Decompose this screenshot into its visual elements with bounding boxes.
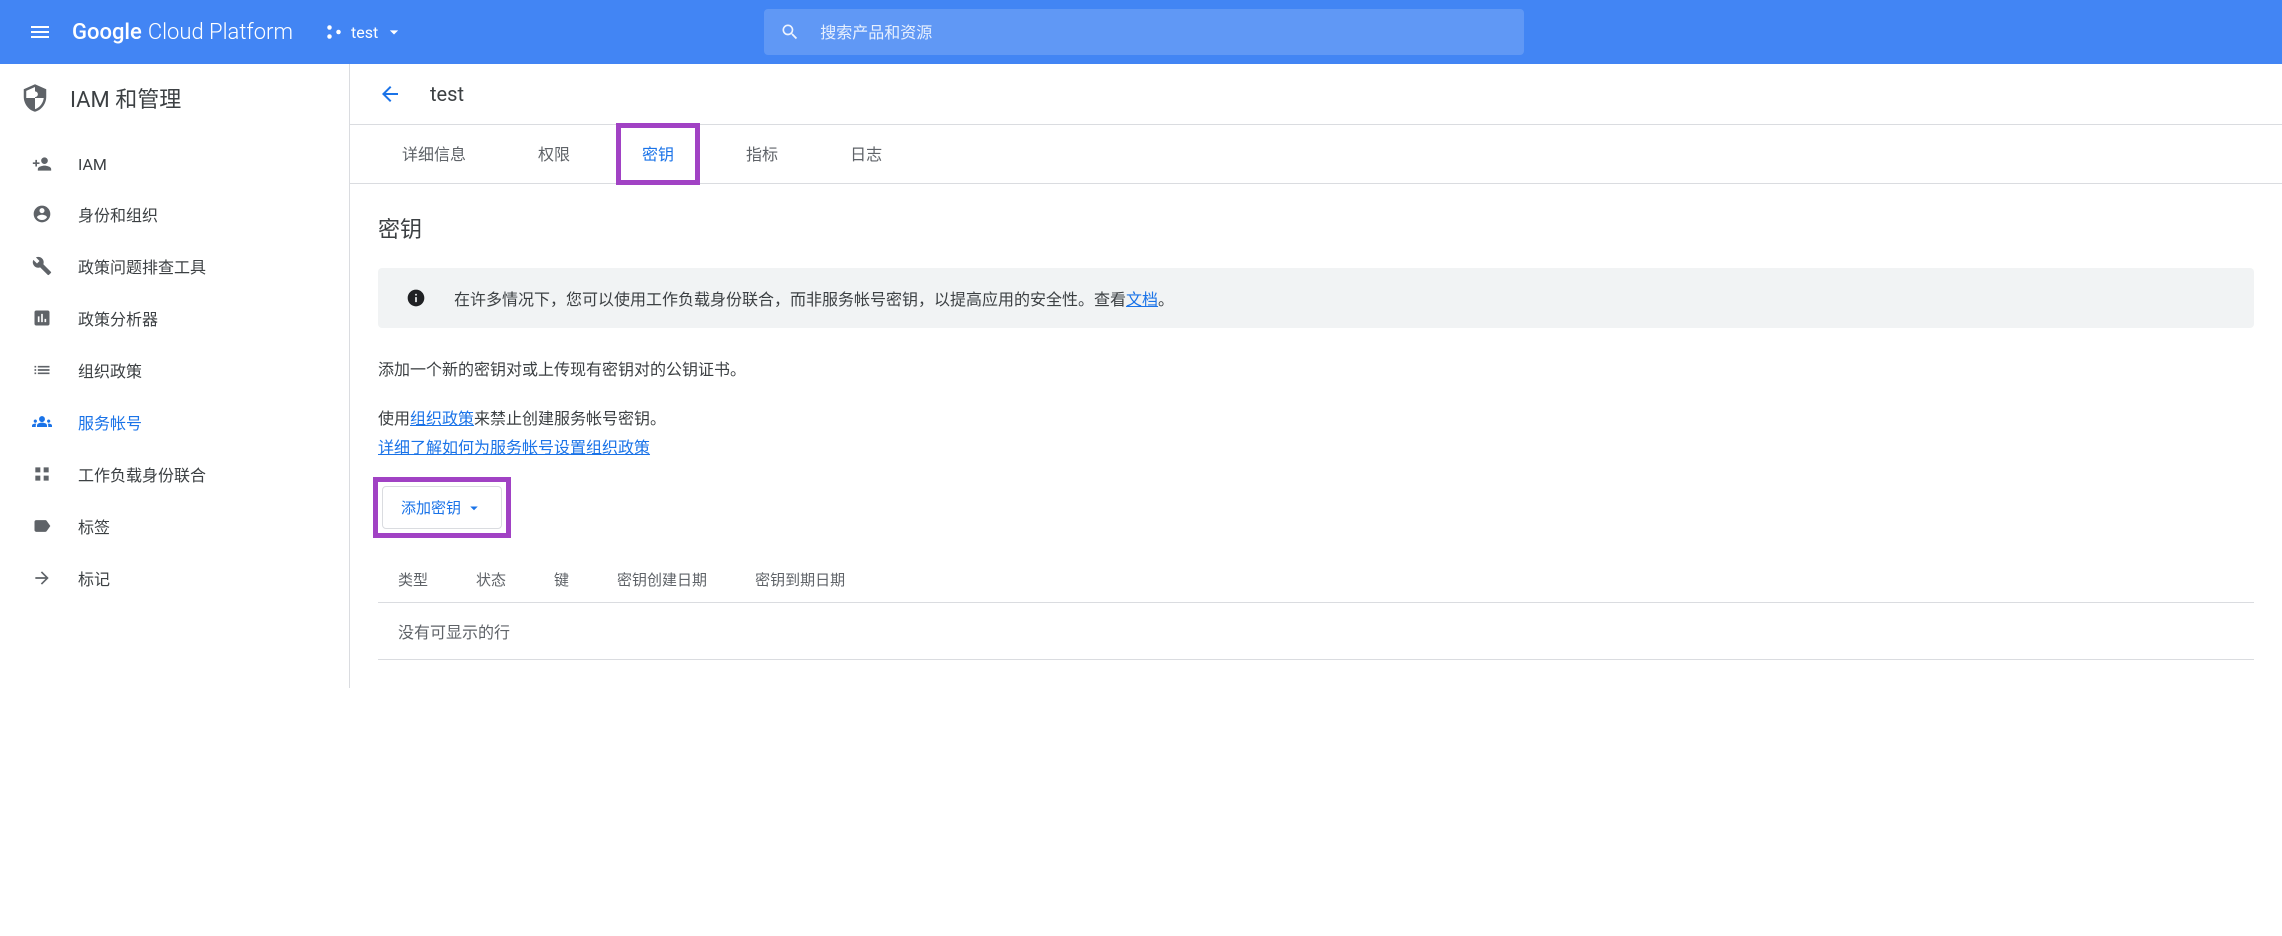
page-title: test xyxy=(430,82,464,106)
sidebar-title: IAM 和管理 xyxy=(70,82,181,114)
analytics-icon xyxy=(32,308,52,328)
tabs: 详细信息 权限 密钥 指标 日志 xyxy=(350,125,2282,184)
tab-metrics[interactable]: 指标 xyxy=(722,125,802,183)
search-icon xyxy=(780,22,800,42)
project-selector[interactable]: test xyxy=(325,22,404,42)
learn-more-link[interactable]: 详细了解如何为服务帐号设置组织政策 xyxy=(378,438,650,457)
service-account-icon xyxy=(32,412,52,432)
tab-logs[interactable]: 日志 xyxy=(826,125,906,183)
col-expires: 密钥到期日期 xyxy=(755,569,845,590)
sidebar-item-service-accounts[interactable]: 服务帐号 xyxy=(0,396,349,448)
sidebar-item-label: 标记 xyxy=(78,566,110,590)
project-icon xyxy=(325,23,343,41)
sidebar-header: IAM 和管理 xyxy=(0,64,349,132)
sidebar-item-tags[interactable]: 标记 xyxy=(0,552,349,604)
chevron-down-icon xyxy=(384,22,404,42)
sidebar-item-workload-identity[interactable]: 工作负载身份联合 xyxy=(0,448,349,500)
list-icon xyxy=(32,360,52,380)
table-empty-row: 没有可显示的行 xyxy=(378,603,2254,660)
col-key: 键 xyxy=(554,569,569,590)
search-input[interactable] xyxy=(820,23,1508,42)
main-content: test 详细信息 权限 密钥 指标 日志 密钥 在许多情况下，您可以使用工作负… xyxy=(350,64,2282,688)
sidebar-item-label: 组织政策 xyxy=(78,358,142,382)
topbar: Google Cloud Platform test xyxy=(0,0,2282,64)
sidebar-item-analyzer[interactable]: 政策分析器 xyxy=(0,292,349,344)
col-created: 密钥创建日期 xyxy=(617,569,707,590)
col-status: 状态 xyxy=(476,569,506,590)
sidebar-item-label: 政策分析器 xyxy=(78,306,158,330)
logo-google: Google xyxy=(72,20,142,45)
tag-icon xyxy=(32,516,52,536)
tab-keys[interactable]: 密钥 xyxy=(618,125,698,183)
sidebar-item-iam[interactable]: IAM xyxy=(0,140,349,188)
sidebar-item-labels[interactable]: 标签 xyxy=(0,500,349,552)
add-key-button[interactable]: 添加密钥 xyxy=(382,486,502,529)
info-text: 在许多情况下，您可以使用工作负载身份联合，而非服务帐号密钥，以提高应用的安全性。… xyxy=(454,286,1174,310)
description-1: 添加一个新的密钥对或上传现有密钥对的公钥证书。 xyxy=(378,356,2254,385)
add-key-label: 添加密钥 xyxy=(401,497,461,518)
arrow-back-icon xyxy=(378,82,402,106)
project-name: test xyxy=(351,23,378,42)
section-title: 密钥 xyxy=(378,212,2254,244)
logo-rest: Cloud Platform xyxy=(148,20,293,45)
chevron-down-icon xyxy=(465,499,483,517)
org-policy-link[interactable]: 组织政策 xyxy=(410,409,474,428)
keys-table: 类型 状态 键 密钥创建日期 密钥到期日期 没有可显示的行 xyxy=(378,557,2254,660)
federation-icon xyxy=(32,464,52,484)
sidebar-item-label: IAM xyxy=(78,155,107,174)
sidebar-item-label: 服务帐号 xyxy=(78,410,142,434)
tab-details[interactable]: 详细信息 xyxy=(378,125,490,183)
label-icon xyxy=(32,568,52,588)
person-icon xyxy=(32,204,52,224)
logo[interactable]: Google Cloud Platform xyxy=(72,20,293,45)
add-key-highlight: 添加密钥 xyxy=(378,482,506,533)
search-box[interactable] xyxy=(764,9,1524,55)
table-header-row: 类型 状态 键 密钥创建日期 密钥到期日期 xyxy=(378,557,2254,603)
sidebar-item-label: 工作负载身份联合 xyxy=(78,462,206,486)
sidebar: IAM 和管理 IAM 身份和组织 政策问题排查工具 政策分析器 组织政策 xyxy=(0,64,350,688)
sidebar-item-troubleshoot[interactable]: 政策问题排查工具 xyxy=(0,240,349,292)
col-type: 类型 xyxy=(398,569,428,590)
person-add-icon xyxy=(32,154,52,174)
back-arrow[interactable] xyxy=(378,82,402,106)
main-header: test xyxy=(350,64,2282,125)
sidebar-item-label: 政策问题排查工具 xyxy=(78,254,206,278)
info-banner: 在许多情况下，您可以使用工作负载身份联合，而非服务帐号密钥，以提高应用的安全性。… xyxy=(378,268,2254,328)
wrench-icon xyxy=(32,256,52,276)
sidebar-item-org-policy[interactable]: 组织政策 xyxy=(0,344,349,396)
sidebar-item-identity[interactable]: 身份和组织 xyxy=(0,188,349,240)
shield-icon xyxy=(20,83,50,113)
docs-link[interactable]: 文档 xyxy=(1126,290,1158,309)
menu-icon[interactable] xyxy=(16,8,64,56)
tab-permissions[interactable]: 权限 xyxy=(514,125,594,183)
sidebar-item-label: 身份和组织 xyxy=(78,202,158,226)
info-icon xyxy=(406,288,426,308)
sidebar-item-label: 标签 xyxy=(78,514,110,538)
description-2: 使用组织政策来禁止创建服务帐号密钥。 详细了解如何为服务帐号设置组织政策 xyxy=(378,405,2254,463)
